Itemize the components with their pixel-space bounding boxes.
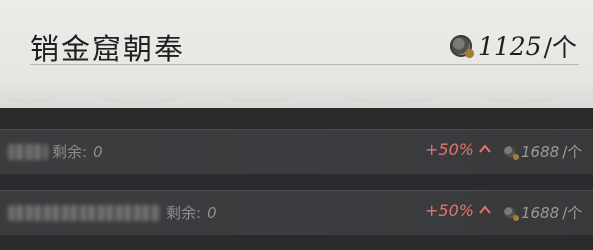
remain-value: 0	[207, 204, 217, 222]
base-price-unit: /个	[543, 33, 577, 62]
listing-price-value: 1688	[521, 142, 560, 161]
coin-icon	[502, 144, 519, 160]
listing-row[interactable]: 剩余: 0 +50% 1688 /个	[0, 190, 593, 235]
remain-label: 剩余:	[166, 204, 202, 222]
chevron-up-icon	[479, 205, 491, 214]
price-change: +50%	[425, 201, 474, 220]
chevron-up-icon	[479, 144, 491, 153]
listing-price-unit: /个	[562, 143, 583, 161]
remain-value: 0	[93, 143, 103, 161]
remain-text: 剩余: 0	[52, 141, 103, 162]
shop-title: 销金窟朝奉	[30, 32, 186, 66]
seller-name-blurred	[8, 144, 48, 160]
shop-header: 销金窟朝奉 1125 /个	[0, 0, 593, 118]
base-price-value: 1125	[477, 31, 542, 61]
coin-icon	[449, 35, 474, 58]
listing-price-value: 1688	[521, 203, 560, 222]
header-divider	[30, 64, 579, 65]
listing-row[interactable]: 剩余: 0 +50% 1688 /个	[0, 129, 593, 174]
remain-label: 剩余:	[52, 143, 88, 161]
coin-icon	[502, 205, 519, 221]
remain-text: 剩余: 0	[166, 202, 217, 223]
listing-price-unit: /个	[562, 204, 583, 222]
price-change: +50%	[425, 140, 474, 159]
base-price: 1125 /个	[449, 28, 577, 64]
seller-name-blurred	[8, 205, 160, 221]
listing-price: 1688 /个	[502, 141, 582, 162]
listing-price: 1688 /个	[502, 202, 582, 223]
